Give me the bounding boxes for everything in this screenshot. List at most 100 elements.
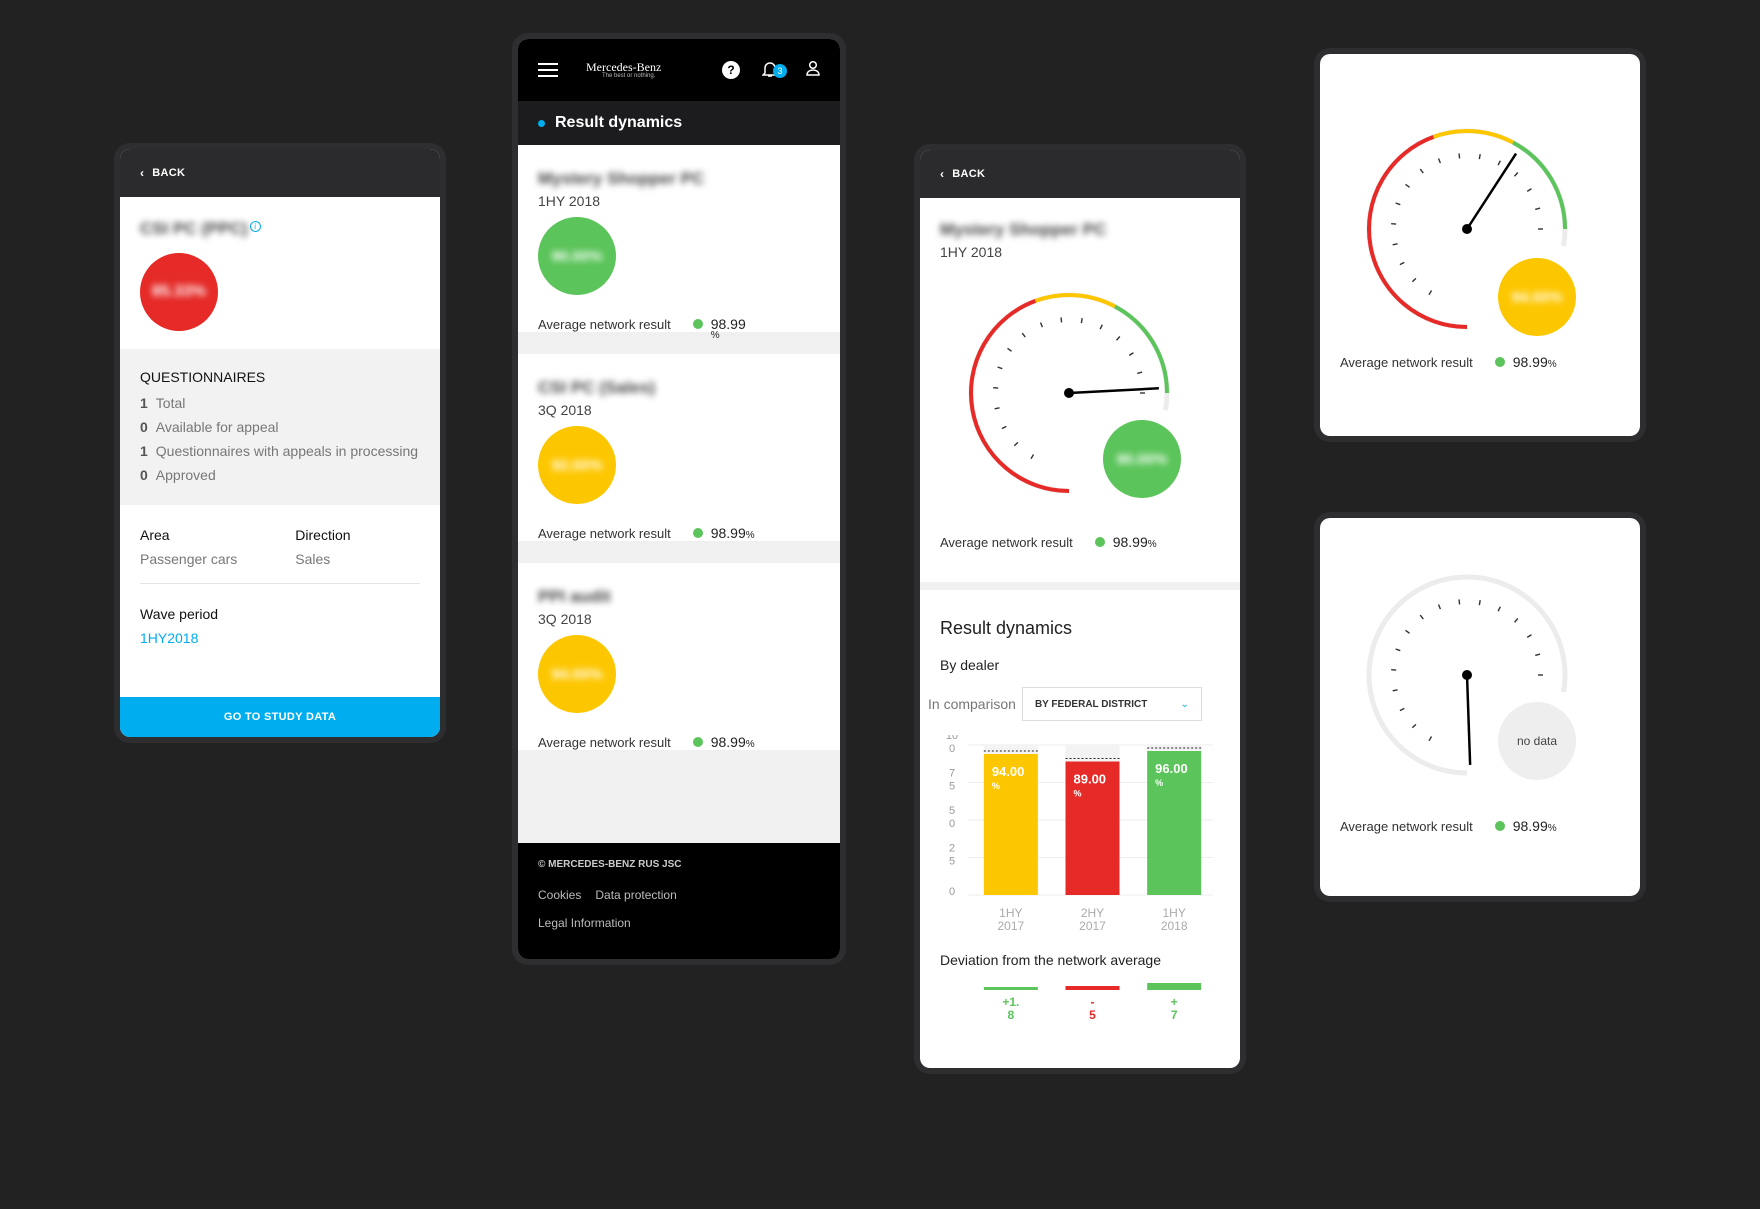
gauge-tick bbox=[1437, 158, 1442, 164]
gauge-tick bbox=[1428, 290, 1433, 296]
gauge-tick bbox=[1399, 707, 1405, 712]
y-tick-label: 2 bbox=[949, 843, 955, 855]
gauge-tick bbox=[1405, 629, 1410, 634]
anr-label: Average network result bbox=[538, 526, 671, 541]
area-label: Area bbox=[140, 527, 170, 543]
gauge-tick bbox=[1513, 172, 1519, 177]
gauge-tick bbox=[1458, 153, 1461, 159]
brand-logo[interactable]: Mercedes-Benz The best or nothing. bbox=[586, 61, 661, 79]
card-score-circle: 94.00% bbox=[538, 635, 616, 713]
gauge-tick bbox=[1419, 168, 1424, 174]
info-icon[interactable]: i bbox=[249, 220, 261, 232]
bar-value-label: 96.00 bbox=[1155, 761, 1188, 776]
chevron-left-icon: ‹ bbox=[940, 167, 945, 181]
gauge-score: 90.00% bbox=[1116, 450, 1168, 468]
result-dynamics-title: Result dynamics bbox=[940, 618, 1073, 638]
card-score-circle: 92.00% bbox=[538, 426, 616, 504]
area-value: Passenger cars bbox=[140, 551, 238, 567]
help-icon[interactable]: ? bbox=[722, 61, 740, 79]
menu-icon[interactable] bbox=[538, 63, 558, 77]
anr-unit: % bbox=[1547, 823, 1557, 834]
gauge-tick bbox=[1428, 736, 1433, 742]
go-to-study-button[interactable]: GO TO STUDY DATA bbox=[120, 697, 440, 737]
card-period: 3Q 2018 bbox=[538, 402, 592, 418]
anr-value: 98.99 bbox=[710, 316, 746, 332]
comparison-label: In comparison bbox=[928, 696, 1016, 712]
gauge-tick bbox=[1001, 425, 1007, 430]
gauge-needle bbox=[1068, 387, 1159, 395]
card-title: CSI PC (Sales) bbox=[538, 378, 656, 397]
anr-value: 98.99 bbox=[710, 525, 746, 541]
chevron-left-icon: ‹ bbox=[140, 166, 145, 180]
footer-link-data-protection[interactable]: Data protection bbox=[595, 888, 676, 902]
user-icon[interactable] bbox=[806, 60, 820, 81]
screen: ‹ BACK CSI PC (PPC) i 85.33% QUESTIONNAI… bbox=[120, 149, 440, 737]
anr-label: Average network result bbox=[538, 317, 671, 332]
gauge-tick bbox=[1411, 723, 1417, 729]
back-button[interactable]: ‹ BACK bbox=[920, 150, 1240, 198]
card-separator bbox=[518, 541, 840, 563]
y-tick-label: 0 bbox=[949, 818, 955, 830]
anr-label: Average network result bbox=[1340, 818, 1473, 834]
gauge-arc-red bbox=[969, 299, 1070, 493]
comparison-select[interactable]: BY FEDERAL DISTRICT ⌄ bbox=[1021, 687, 1202, 721]
status-dot bbox=[1494, 821, 1505, 831]
study-title: Mystery Shopper PC bbox=[940, 220, 1107, 239]
screen: Mercedes-Benz The best or nothing. ? 3 R… bbox=[518, 39, 840, 959]
cta-label: GO TO STUDY DATA bbox=[223, 711, 337, 723]
questionnaire-item: 1 Questionnaires with appeals in processi… bbox=[140, 443, 420, 459]
anr-value: 98.99 bbox=[1512, 818, 1548, 834]
result-card[interactable]: Mystery Shopper PC 1HY 2018 90.00% Average … bbox=[518, 145, 840, 341]
anr-unit: % bbox=[1547, 359, 1557, 370]
questionnaire-item: 1 Total bbox=[140, 395, 420, 411]
gauge-card-no-data: no data Average network result 98.99% bbox=[1314, 512, 1646, 902]
gauge-tick bbox=[1395, 202, 1401, 206]
gauge-tick bbox=[1060, 317, 1063, 323]
brand-name: Mercedes-Benz bbox=[586, 60, 662, 74]
wave-value[interactable]: 1HY2018 bbox=[140, 630, 420, 646]
network-average-row: Average network result 98.99% bbox=[1340, 818, 1557, 834]
bar-chart: 100755025094.00%1HY201789.00%2HY201796.0… bbox=[946, 730, 1213, 933]
x-tick-label: 1HY bbox=[999, 906, 1022, 920]
gauge-score: 94.00% bbox=[1511, 288, 1563, 306]
y-tick-label: 7 bbox=[949, 768, 955, 780]
back-label: BACK bbox=[152, 167, 186, 179]
gauge-tick bbox=[994, 407, 1000, 410]
card-score: 94.00% bbox=[551, 665, 603, 683]
gauge-arc-red bbox=[1367, 135, 1468, 329]
status-dot bbox=[692, 319, 703, 329]
questionnaire-label: Approved bbox=[155, 467, 216, 483]
card-period: 3Q 2018 bbox=[538, 611, 592, 627]
footer: © MERCEDES-BENZ RUS JSC Cookies Data pro… bbox=[518, 843, 840, 959]
y-tick-label: 0 bbox=[949, 743, 955, 755]
anr-unit: % bbox=[710, 330, 720, 341]
gauge-tick bbox=[1013, 441, 1019, 447]
network-average-row: Average network result 98.99% bbox=[940, 534, 1157, 550]
accent-dot bbox=[538, 119, 545, 127]
footer-link-cookies[interactable]: Cookies bbox=[538, 888, 581, 902]
gauge-tick bbox=[1137, 371, 1143, 375]
gauge-tick bbox=[1497, 160, 1501, 166]
gauge-tick bbox=[1478, 600, 1481, 606]
questionnaire-count: 1 bbox=[140, 443, 148, 459]
x-tick-label: 2017 bbox=[1079, 919, 1106, 933]
questionnaire-item: 0 Approved bbox=[140, 467, 420, 483]
deviation-label: 7 bbox=[1171, 1008, 1178, 1022]
screen: 94.00% Average network result 98.99% bbox=[1320, 54, 1640, 436]
bell-icon[interactable]: 3 bbox=[761, 60, 787, 80]
gauge-arc-yellow bbox=[1432, 129, 1514, 145]
bar-value-label: 89.00 bbox=[1074, 772, 1107, 787]
x-tick-label: 2017 bbox=[997, 919, 1024, 933]
network-average-row: Average network result 98.99% bbox=[538, 735, 820, 750]
screen: no data Average network result 98.99% bbox=[1320, 518, 1640, 896]
bar-value-label: 94.00 bbox=[992, 764, 1025, 779]
gauge-tick bbox=[1080, 318, 1083, 324]
result-card[interactable]: CSI PC (Sales) 3Q 2018 92.00% Average netwo… bbox=[518, 354, 840, 541]
result-card[interactable]: PPI audit 3Q 2018 94.00% Average network re… bbox=[518, 563, 840, 750]
footer-copyright: © MERCEDES-BENZ RUS JSC bbox=[538, 859, 682, 870]
deviation-label: +1. bbox=[1002, 995, 1019, 1009]
back-button[interactable]: ‹ BACK bbox=[120, 149, 440, 197]
gauge-tick bbox=[1007, 347, 1012, 352]
footer-link-legal[interactable]: Legal Information bbox=[538, 916, 820, 930]
network-average-row: Average network result 98.99% bbox=[538, 317, 820, 341]
